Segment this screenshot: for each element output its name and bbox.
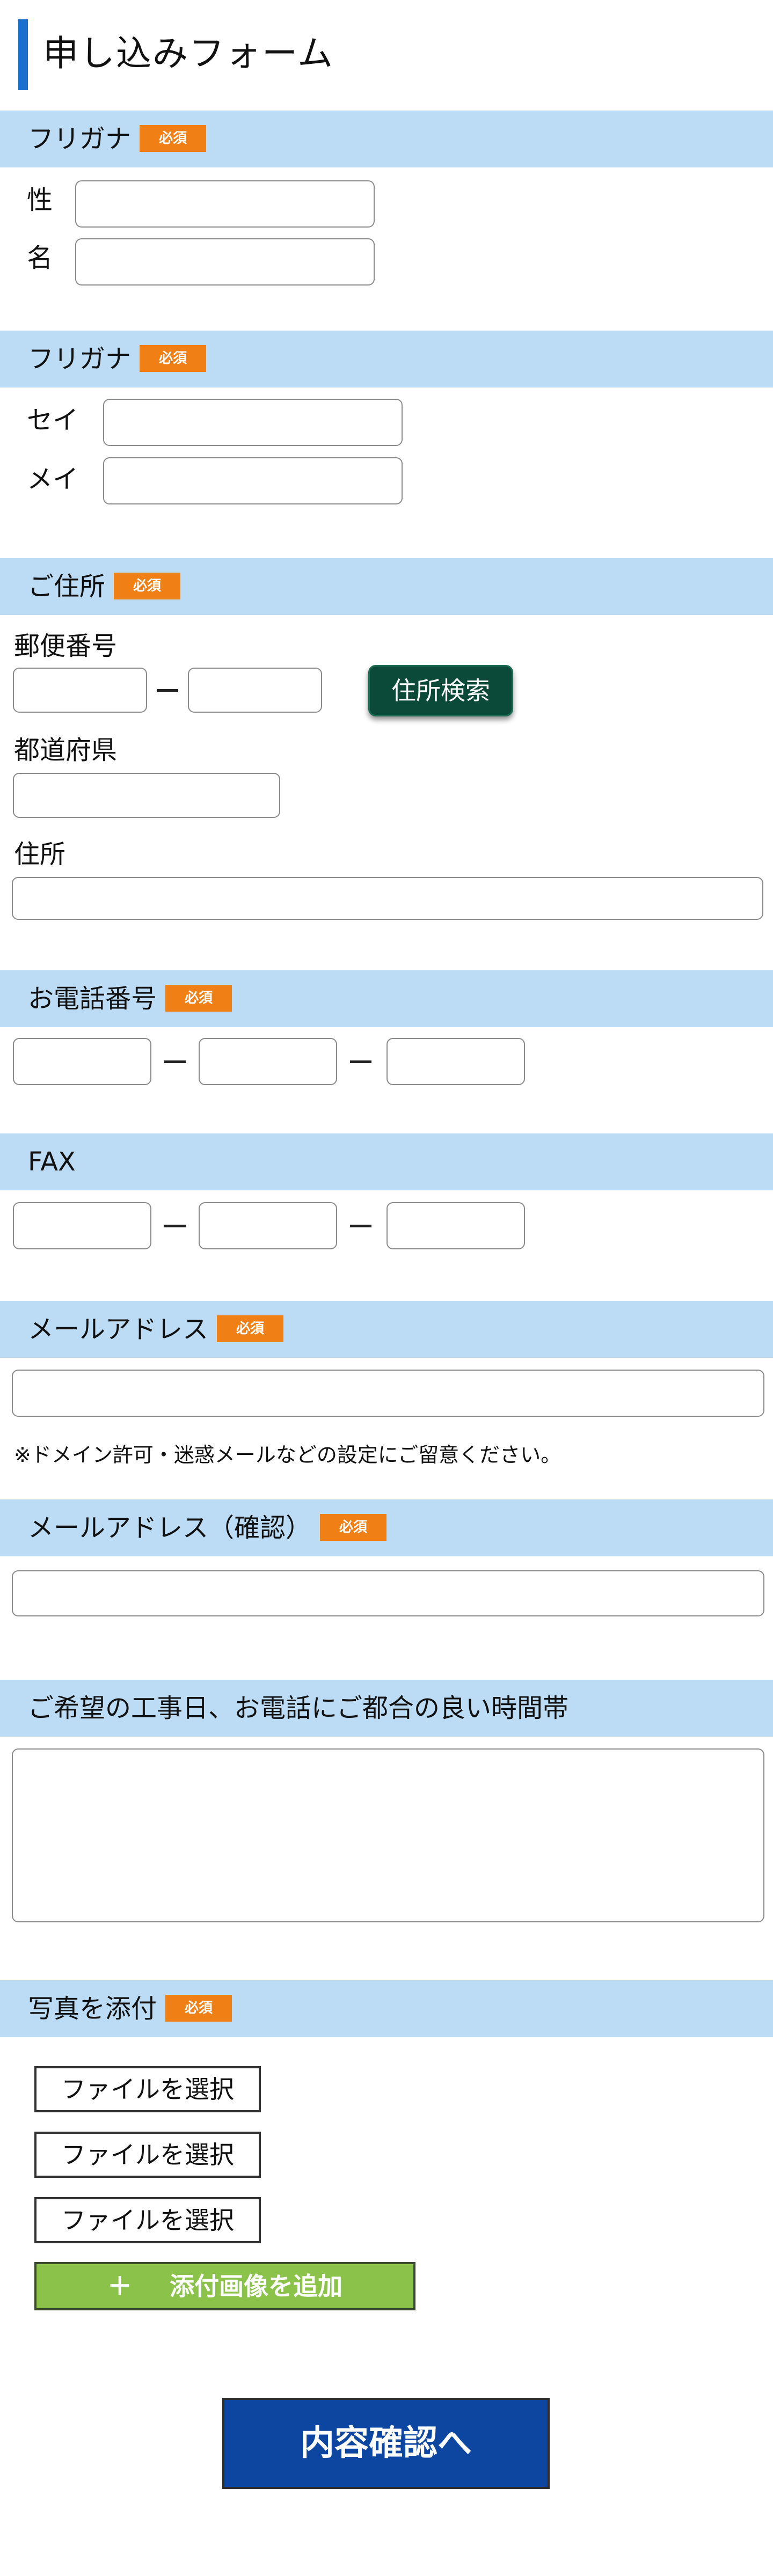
last-name-label: 性 (27, 185, 53, 215)
section-label: ご住所 (28, 572, 106, 602)
first-name-label: 名 (27, 243, 53, 273)
dash-separator (350, 1225, 371, 1227)
prefecture-label: 都道府県 (14, 735, 118, 765)
page-title: 申し込みフォーム (43, 33, 334, 74)
section-label: メールアドレス（確認） (28, 1513, 312, 1543)
email-note: ※ドメイン許可・迷惑メールなどの設定にご留意ください。 (14, 1443, 561, 1467)
section-header-email: メールアドレス 必須 (0, 1301, 773, 1358)
required-badge: 必須 (165, 1995, 232, 2022)
section-header-fax: FAX (0, 1133, 773, 1190)
section-label: お電話番号 (28, 984, 157, 1014)
section-label: フリガナ (28, 344, 132, 374)
phone-first-input[interactable] (13, 1038, 151, 1085)
section-header-furigana-2: フリガナ 必須 (0, 331, 773, 387)
section-header-address: ご住所 必須 (0, 558, 773, 615)
file-select-button-2[interactable]: ファイルを選択 (34, 2132, 261, 2178)
section-header-photos: 写真を添付 必須 (0, 1980, 773, 2037)
section-label: フリガナ (28, 124, 132, 154)
first-name-kana-label: メイ (27, 464, 79, 494)
title-accent-bar (18, 19, 28, 90)
section-header-furigana-1: フリガナ 必須 (0, 111, 773, 167)
phone-second-input[interactable] (199, 1038, 337, 1085)
file-select-button-1[interactable]: ファイルを選択 (34, 2066, 261, 2112)
fax-first-input[interactable] (13, 1202, 151, 1249)
first-name-kana-input[interactable] (103, 457, 403, 504)
file-select-button-3[interactable]: ファイルを選択 (34, 2197, 261, 2243)
plus-icon: ＋ (107, 2272, 132, 2301)
postal-code-label: 郵便番号 (14, 631, 118, 661)
section-header-phone: お電話番号 必須 (0, 970, 773, 1027)
section-header-preferred-time: ご希望の工事日、お電話にご都合の良い時間帯 (0, 1680, 773, 1737)
address-input[interactable] (12, 877, 763, 920)
dash-separator (164, 1060, 186, 1063)
section-label: メールアドレス (28, 1314, 209, 1344)
email-confirm-input[interactable] (12, 1570, 764, 1616)
section-header-email-confirm: メールアドレス（確認） 必須 (0, 1499, 773, 1556)
first-name-input[interactable] (75, 238, 375, 286)
section-label: FAX (28, 1147, 76, 1177)
postal-code-second-input[interactable] (188, 668, 322, 713)
required-badge: 必須 (165, 985, 232, 1012)
required-badge: 必須 (140, 345, 207, 372)
email-input[interactable] (12, 1370, 764, 1417)
last-name-kana-input[interactable] (103, 399, 403, 446)
address-search-button[interactable]: 住所検索 (368, 665, 513, 716)
confirm-button[interactable]: 内容確認へ (222, 2398, 550, 2489)
required-badge: 必須 (140, 125, 207, 152)
prefecture-input[interactable] (13, 773, 280, 818)
last-name-input[interactable] (75, 180, 375, 228)
required-badge: 必須 (114, 573, 181, 599)
section-label: ご希望の工事日、お電話にご都合の良い時間帯 (28, 1693, 569, 1723)
dash-separator (157, 689, 178, 692)
preferred-time-textarea[interactable] (12, 1748, 764, 1922)
last-name-kana-label: セイ (27, 405, 79, 435)
fax-second-input[interactable] (199, 1202, 337, 1249)
postal-code-first-input[interactable] (13, 668, 147, 713)
dash-separator (350, 1060, 371, 1063)
dash-separator (164, 1225, 186, 1227)
fax-third-input[interactable] (386, 1202, 525, 1249)
required-badge: 必須 (320, 1514, 387, 1541)
address-label: 住所 (14, 839, 66, 869)
add-image-button[interactable]: ＋ 添付画像を追加 (34, 2262, 415, 2310)
phone-third-input[interactable] (386, 1038, 525, 1085)
required-badge: 必須 (217, 1315, 284, 1342)
section-label: 写真を添付 (28, 1994, 157, 2024)
add-image-label: 添付画像を追加 (170, 2272, 342, 2301)
